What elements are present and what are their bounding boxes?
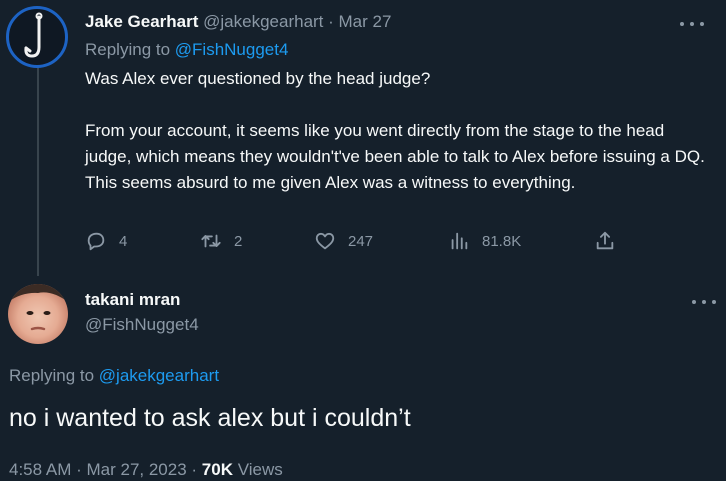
display-name[interactable]: Jake Gearhart	[85, 12, 198, 31]
tweet-time[interactable]: 4:58 AM	[9, 460, 71, 479]
like-button[interactable]: 247	[314, 230, 373, 252]
avatar[interactable]	[8, 284, 68, 344]
more-icon[interactable]	[680, 18, 704, 30]
tweet-date[interactable]: Mar 27	[339, 12, 392, 31]
separator: ·	[186, 460, 202, 479]
retweet-button[interactable]: 2	[200, 230, 242, 252]
like-count: 247	[348, 232, 374, 250]
views-count[interactable]: 70K	[202, 460, 233, 479]
tweet-text: no i wanted to ask alex but i couldn’t	[9, 404, 411, 432]
views-label: Views	[232, 460, 283, 479]
reply-count: 4	[119, 232, 128, 250]
replying-prefix: Replying to	[9, 366, 99, 385]
face-avatar-icon	[8, 284, 68, 331]
replying-handle-link[interactable]: @jakekgearhart	[99, 366, 219, 385]
tweet-meta: 4:58 AM · Mar 27, 2023 · 70K Views	[9, 460, 283, 480]
thread-line	[37, 64, 39, 276]
share-button[interactable]	[594, 230, 628, 252]
views-button[interactable]: 81.8K	[448, 230, 521, 252]
views-icon	[451, 232, 468, 250]
fishhook-avatar-icon	[24, 12, 43, 58]
views-count: 81.8K	[482, 232, 522, 250]
replying-handle-link[interactable]: @FishNugget4	[175, 40, 289, 59]
separator: ·	[71, 460, 87, 479]
handle[interactable]: @FishNugget4	[85, 315, 199, 335]
handle[interactable]: @jakekgearhart	[203, 12, 323, 31]
replying-to: Replying to @jakekgearhart	[9, 366, 219, 386]
reply-button[interactable]: 4	[85, 230, 127, 252]
display-name[interactable]: takani mran	[85, 290, 180, 310]
tweet-header: Jake Gearhart @jakekgearhart · Mar 27	[85, 12, 391, 32]
separator: ·	[323, 12, 339, 31]
replying-to: Replying to @FishNugget4	[85, 40, 288, 60]
tweet-text: Was Alex ever questioned by the head jud…	[85, 66, 715, 196]
replying-prefix: Replying to	[85, 40, 175, 59]
tweet-paragraph: Was Alex ever questioned by the head jud…	[85, 69, 431, 88]
tweet-date[interactable]: Mar 27, 2023	[86, 460, 186, 479]
avatar[interactable]	[6, 6, 68, 68]
share-icon	[596, 231, 614, 250]
retweet-icon	[201, 234, 221, 248]
like-icon	[315, 232, 335, 250]
more-icon[interactable]	[692, 296, 716, 308]
tweet-paragraph: From your account, it seems like you wen…	[85, 121, 705, 192]
reply-icon	[87, 232, 105, 251]
retweet-count: 2	[234, 232, 243, 250]
